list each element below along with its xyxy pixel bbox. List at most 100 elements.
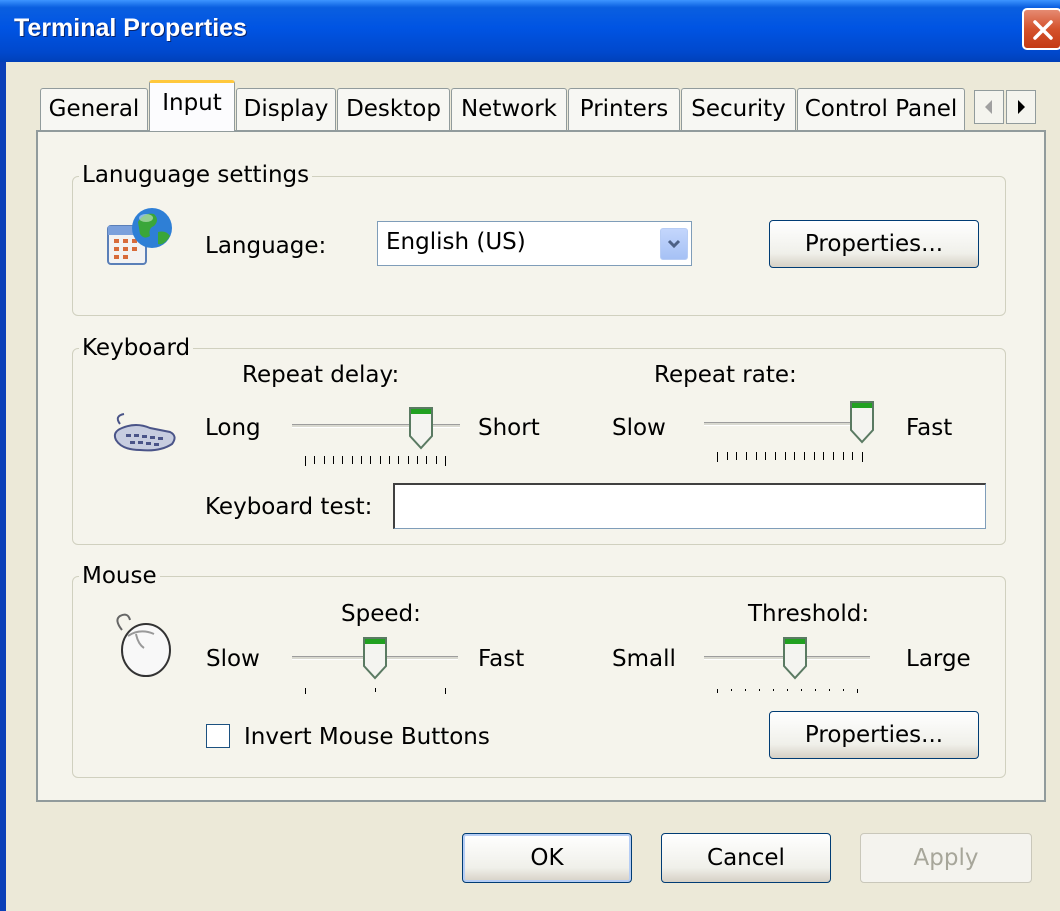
threshold-label: Threshold: xyxy=(748,601,870,627)
slider-tick xyxy=(408,456,409,464)
slider-tick xyxy=(342,456,343,464)
speed-slider[interactable] xyxy=(292,636,458,696)
keyboard-test-input[interactable] xyxy=(393,483,986,529)
mouse-icon xyxy=(116,613,171,677)
speed-thumb[interactable] xyxy=(362,636,388,680)
language-label: Language: xyxy=(205,233,327,259)
speed-label: Speed: xyxy=(341,601,421,627)
slider-tick xyxy=(436,456,437,464)
tab-general[interactable]: General xyxy=(40,88,148,130)
slider-tick xyxy=(375,688,376,692)
slider-tick xyxy=(426,456,427,464)
invert-mouse-buttons-checkbox[interactable] xyxy=(206,724,230,748)
tab-network[interactable]: Network xyxy=(451,88,567,130)
repeat-rate-max-label: Fast xyxy=(906,415,953,441)
tab-desktop[interactable]: Desktop xyxy=(337,88,450,130)
slider-tick xyxy=(804,452,805,460)
threshold-min-label: Small xyxy=(612,646,676,672)
window-frame xyxy=(0,62,6,911)
tab-scroll-right-button[interactable] xyxy=(1006,90,1036,124)
slider-tick xyxy=(745,689,746,691)
chevron-down-icon xyxy=(667,239,681,249)
slider-tick xyxy=(445,688,446,694)
slider-tick xyxy=(727,452,728,460)
keyboard-icon xyxy=(113,413,176,452)
tab-control-panel[interactable]: Control Panel xyxy=(797,88,965,130)
repeat-delay-track xyxy=(292,424,460,428)
slider-tick xyxy=(717,452,718,462)
repeat-rate-slider[interactable] xyxy=(704,400,874,464)
repeat-delay-ticks xyxy=(305,456,446,466)
slider-tick xyxy=(445,456,446,466)
slider-tick xyxy=(398,456,399,464)
language-select[interactable]: English (US) xyxy=(377,221,692,266)
slider-tick xyxy=(785,452,786,460)
mouse-properties-button[interactable]: Properties... xyxy=(769,711,979,759)
slider-tick xyxy=(305,456,306,466)
slider-tick xyxy=(829,689,830,691)
arrow-right-icon xyxy=(1018,100,1025,114)
slider-tick xyxy=(417,456,418,464)
repeat-delay-slider[interactable] xyxy=(292,406,460,466)
slider-tick xyxy=(746,452,747,460)
repeat-rate-thumb[interactable] xyxy=(849,400,875,444)
repeat-delay-thumb[interactable] xyxy=(408,406,434,450)
ok-button[interactable]: OK xyxy=(462,833,632,883)
window-title: Terminal Properties xyxy=(14,14,247,42)
arrow-left-icon xyxy=(985,100,992,114)
slider-tick xyxy=(731,689,732,691)
slider-tick xyxy=(815,689,816,691)
tab-input[interactable]: Input xyxy=(149,80,235,131)
slider-tick xyxy=(852,452,853,460)
slider-tick xyxy=(801,689,802,691)
slider-tick xyxy=(765,452,766,460)
keyboard-test-label: Keyboard test: xyxy=(205,494,373,520)
slider-tick xyxy=(857,689,858,693)
slider-tick xyxy=(324,456,325,464)
slider-tick xyxy=(352,456,353,464)
threshold-slider[interactable] xyxy=(704,636,870,696)
slider-tick xyxy=(833,452,834,460)
speed-min-label: Slow xyxy=(206,646,260,672)
repeat-rate-min-label: Slow xyxy=(612,415,666,441)
slider-tick xyxy=(333,456,334,464)
mouse-title: Mouse xyxy=(79,563,160,589)
threshold-ticks xyxy=(717,689,858,693)
slider-tick xyxy=(773,689,774,691)
keyboard-title: Keyboard xyxy=(79,335,194,361)
language-settings-title: Lanuguage settings xyxy=(79,162,313,188)
invert-mouse-buttons-label[interactable]: Invert Mouse Buttons xyxy=(244,723,490,751)
slider-tick xyxy=(862,452,863,462)
slider-tick xyxy=(775,452,776,460)
slider-tick xyxy=(361,456,362,464)
repeat-delay-min-label: Long xyxy=(205,415,261,441)
repeat-rate-label: Repeat rate: xyxy=(654,362,797,388)
language-properties-button[interactable]: Properties... xyxy=(769,220,979,268)
slider-tick xyxy=(843,452,844,460)
slider-tick xyxy=(787,689,788,691)
slider-tick xyxy=(756,452,757,460)
threshold-thumb[interactable] xyxy=(782,636,808,680)
tab-printers[interactable]: Printers xyxy=(568,88,680,130)
tab-display[interactable]: Display xyxy=(236,88,336,130)
tab-security[interactable]: Security xyxy=(681,88,796,130)
repeat-delay-max-label: Short xyxy=(478,415,540,441)
slider-tick xyxy=(305,688,306,694)
slider-tick xyxy=(823,452,824,460)
repeat-rate-ticks xyxy=(717,452,863,462)
slider-tick xyxy=(759,689,760,691)
threshold-max-label: Large xyxy=(906,646,971,672)
language-select-value: English (US) xyxy=(386,229,526,255)
slider-tick xyxy=(736,452,737,460)
speed-max-label: Fast xyxy=(478,646,525,672)
apply-button[interactable]: Apply xyxy=(860,833,1032,883)
slider-tick xyxy=(370,456,371,464)
cancel-button[interactable]: Cancel xyxy=(661,833,831,883)
speed-ticks xyxy=(305,688,446,694)
repeat-delay-label: Repeat delay: xyxy=(242,362,400,388)
slider-tick xyxy=(314,456,315,464)
close-icon xyxy=(1033,20,1053,40)
tab-scroll-left-button[interactable] xyxy=(974,90,1004,124)
close-button[interactable] xyxy=(1022,8,1060,50)
language-dropdown-button[interactable] xyxy=(660,228,688,260)
